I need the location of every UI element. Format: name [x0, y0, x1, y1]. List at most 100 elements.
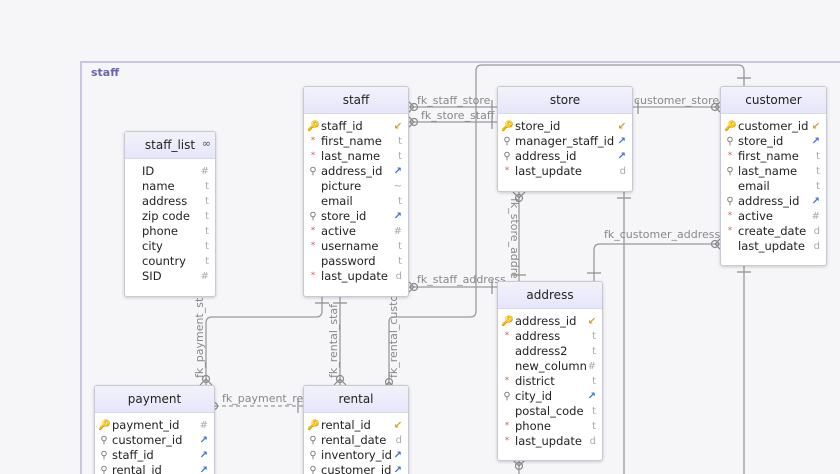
column-row[interactable]: ⚲ customer_id ↗ [95, 433, 214, 448]
column-row[interactable]: 🔑 staff_id ↙ [304, 119, 408, 134]
column-row[interactable]: postal_code t [498, 404, 602, 419]
foreign-key-arrow-icon: ↗ [587, 391, 596, 402]
column-type: t [398, 196, 402, 207]
column-row[interactable]: * first_name t [721, 149, 826, 164]
column-row[interactable]: ⚲ last_name t [721, 164, 826, 179]
foreign-key-arrow-icon: ↗ [199, 435, 208, 446]
column-row[interactable]: ⚲ inventory_id ↗ [304, 448, 408, 463]
table-customer[interactable]: customer 🔑 customer_id ↙ ⚲ store_id ↗ * first_n… [720, 86, 827, 266]
column-row[interactable]: ⚲ manager_staff_id ↗ [498, 134, 632, 149]
column-row[interactable]: email t [721, 179, 826, 194]
blank-icon [128, 194, 140, 209]
column-row[interactable]: ⚲ staff_id ↗ [95, 448, 214, 463]
column-row[interactable]: * phone t [498, 419, 602, 434]
table-header[interactable]: address [498, 282, 602, 309]
diagram-canvas[interactable]: staff fk_staff_store fk_store_staff cust… [0, 0, 840, 474]
column-row[interactable]: picture ~ [304, 179, 408, 194]
column-row[interactable]: 🔑 customer_id ↙ [721, 119, 826, 134]
column-row[interactable]: city t [125, 239, 215, 254]
column-row[interactable]: 🔑 address_id ↙ [498, 314, 602, 329]
column-row[interactable]: address2 t [498, 344, 602, 359]
column-row[interactable]: * last_update d [498, 434, 602, 449]
label-fk-rental-staff: fk_rental_staf [327, 303, 340, 378]
column-row[interactable]: SID # [125, 269, 215, 284]
column-type: t [816, 166, 820, 177]
column-row[interactable]: 🔑 store_id ↙ [498, 119, 632, 134]
column-row[interactable]: * active # [304, 224, 408, 239]
column-row[interactable]: * last_update d [304, 269, 408, 284]
table-header[interactable]: payment [95, 386, 214, 413]
foreign-key-icon: ⚲ [503, 151, 511, 162]
table-staff-list[interactable]: staff_list ∞ ID # name t address t zip code t pho… [124, 131, 216, 297]
key-icon: 🔑 [307, 420, 320, 431]
foreign-key-arrow-icon: ↗ [617, 151, 626, 162]
column-row[interactable]: email t [304, 194, 408, 209]
blank-icon [307, 194, 319, 209]
table-staff[interactable]: staff 🔑 staff_id ↙ * first_name t * last_name t ⚲… [303, 86, 409, 297]
column-row[interactable]: ID # [125, 164, 215, 179]
foreign-key-icon: ⚲ [309, 465, 317, 474]
foreign-key-icon: ⚲ [726, 166, 734, 177]
column-row[interactable]: * active # [721, 209, 826, 224]
column-row[interactable]: last_update d [721, 239, 826, 254]
column-name: payment_id [112, 418, 180, 432]
column-row[interactable]: password t [304, 254, 408, 269]
column-row[interactable]: * first_name t [304, 134, 408, 149]
table-title: rental [338, 392, 374, 406]
label-fk-store-staff: fk_store_staff [421, 109, 495, 122]
column-name: new_column [515, 359, 587, 373]
table-columns: 🔑 customer_id ↙ ⚲ store_id ↗ * first_name t ⚲ last… [721, 114, 826, 254]
column-row[interactable]: name t [125, 179, 215, 194]
column-row[interactable]: ⚲ rental_date d [304, 433, 408, 448]
table-header[interactable]: store [498, 87, 632, 114]
label-fk-store-address: fk_store_addre [508, 198, 521, 279]
column-row[interactable]: * district t [498, 374, 602, 389]
column-row[interactable]: * last_name t [304, 149, 408, 164]
column-name: first_name [738, 149, 799, 163]
column-row[interactable]: new_column # [498, 359, 602, 374]
column-name: address2 [515, 344, 568, 358]
column-row[interactable]: 🔑 payment_id # [95, 418, 214, 433]
table-address[interactable]: address 🔑 address_id ↙ * address t address2 t ne… [497, 281, 603, 461]
column-row[interactable]: address t [125, 194, 215, 209]
column-type: t [398, 151, 402, 162]
column-type: t [398, 256, 402, 267]
table-rental[interactable]: rental 🔑 rental_id ↙ ⚲ rental_date d ⚲ inventor… [303, 385, 409, 474]
table-header[interactable]: staff [304, 87, 408, 114]
column-row[interactable]: phone t [125, 224, 215, 239]
column-row[interactable]: country t [125, 254, 215, 269]
column-type: t [592, 346, 596, 357]
column-row[interactable]: * create_date d [721, 224, 826, 239]
table-payment[interactable]: payment 🔑 payment_id # ⚲ customer_id ↗ ⚲ staff_… [94, 385, 215, 474]
column-row[interactable]: 🔑 rental_id ↙ [304, 418, 408, 433]
column-row[interactable]: ⚲ address_id ↗ [721, 194, 826, 209]
column-name: last_name [738, 164, 798, 178]
table-header[interactable]: staff_list ∞ [125, 132, 215, 159]
column-row[interactable]: ⚲ store_id ↗ [304, 209, 408, 224]
column-name: postal_code [515, 404, 584, 418]
column-name: email [321, 194, 353, 208]
column-row[interactable]: ⚲ customer_id ↗ [304, 463, 408, 474]
blank-icon [501, 404, 513, 419]
column-type: t [816, 181, 820, 192]
column-row[interactable]: * username t [304, 239, 408, 254]
column-row[interactable]: zip code t [125, 209, 215, 224]
table-header[interactable]: customer [721, 87, 826, 114]
column-name: phone [515, 419, 551, 433]
column-row[interactable]: * last_update d [498, 164, 632, 179]
column-name: customer_id [321, 463, 392, 474]
column-row[interactable]: ⚲ address_id ↗ [498, 149, 632, 164]
column-name: address [142, 194, 188, 208]
table-header[interactable]: rental [304, 386, 408, 413]
foreign-key-icon: ⚲ [309, 166, 317, 177]
table-store[interactable]: store 🔑 store_id ↙ ⚲ manager_staff_id ↗ ⚲ addre… [497, 86, 633, 192]
column-row[interactable]: * address t [498, 329, 602, 344]
column-name: store_id [738, 134, 784, 148]
not-null-marker: * [727, 211, 733, 221]
column-row[interactable]: ⚲ city_id ↗ [498, 389, 602, 404]
line-fk-payment-staff [205, 297, 323, 385]
column-name: store_id [515, 119, 561, 133]
column-row[interactable]: ⚲ address_id ↗ [304, 164, 408, 179]
column-row[interactable]: ⚲ store_id ↗ [721, 134, 826, 149]
column-row[interactable]: ⚲ rental_id ↗ [95, 463, 214, 474]
